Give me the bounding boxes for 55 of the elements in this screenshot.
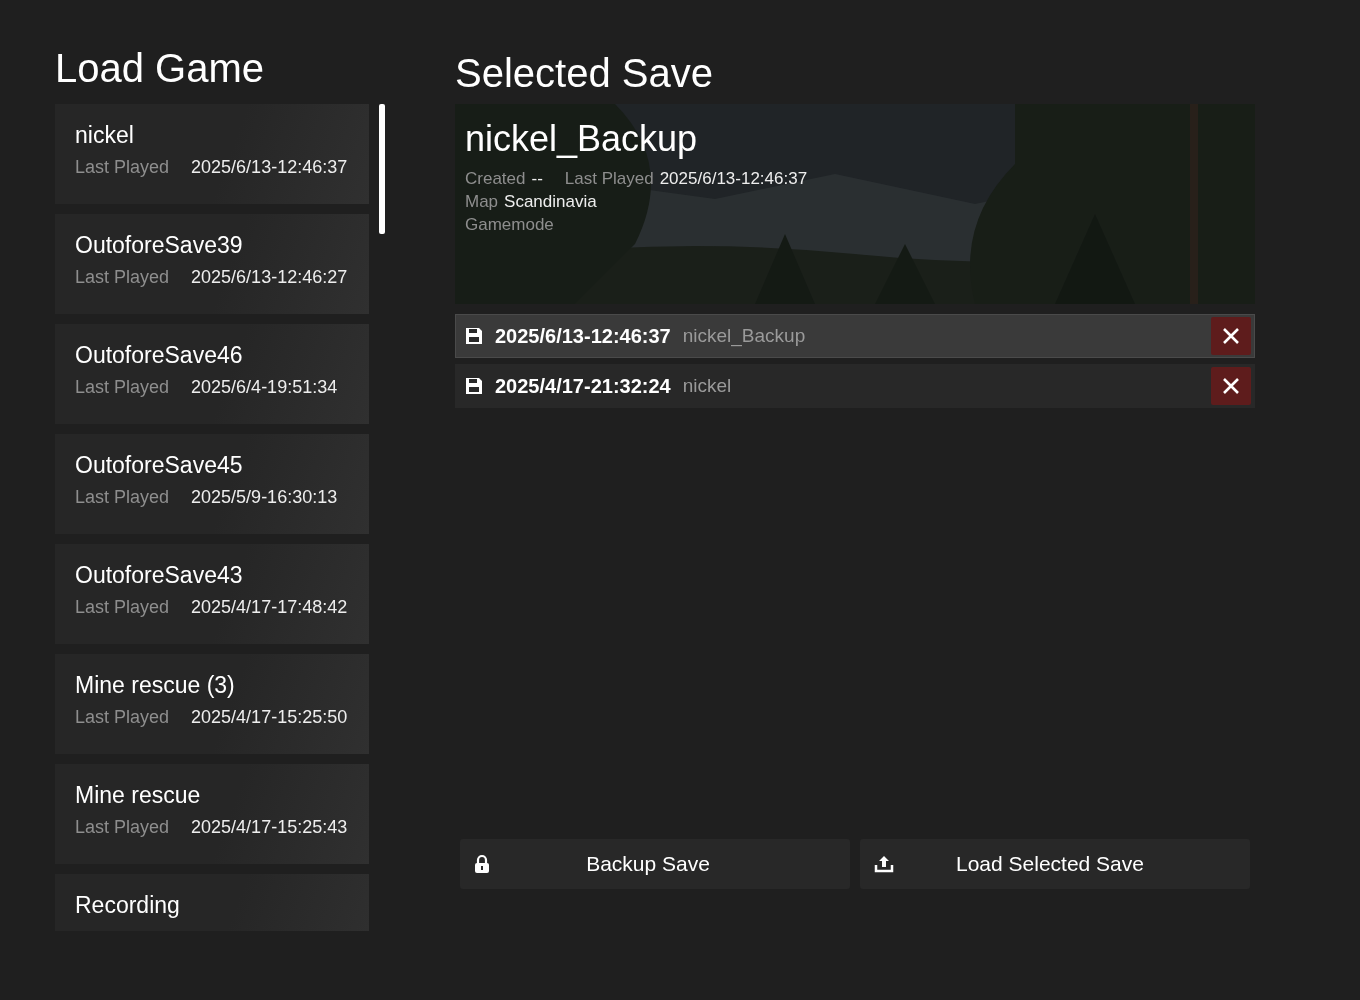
save-name: OutoforeSave39 [75,232,244,259]
save-card[interactable]: OutoforeSave45 Last Played 2025/5/9-16:30:13 [55,434,369,534]
version-date: 2025/6/13-12:46:37 [495,324,671,348]
save-name: OutoforeSave45 [75,452,244,479]
scrollbar[interactable] [379,104,385,234]
last-played-date: 2025/6/13-12:46:37 [659,169,808,189]
version-row[interactable]: 2025/4/17-21:32:24 nickel [455,364,1255,408]
last-played-label: Last Played [75,157,170,178]
upload-icon [874,855,894,873]
lock-icon [474,854,490,874]
version-name: nickel [682,375,733,397]
save-card[interactable]: nickel Last Played 2025/6/13-12:46:37 [55,104,369,204]
last-played-date: 2025/6/13-12:46:37 [191,157,348,178]
last-played-label: Last Played [564,169,654,189]
last-played-label: Last Played [75,597,170,618]
last-played-label: Last Played [75,707,170,728]
created-label: Created [465,169,526,189]
version-date: 2025/4/17-21:32:24 [495,374,671,398]
last-played-date: 2025/5/9-16:30:13 [191,487,338,508]
map-label: Map [465,192,499,212]
close-icon [1222,377,1240,395]
save-card[interactable]: OutoforeSave43 Last Played 2025/4/17-17:48:42 [55,544,369,644]
save-title: nickel_Backup [465,118,699,160]
map-value: Scandinavia [504,192,597,212]
save-card[interactable]: Mine rescue (3) Last Played 2025/4/17-15:25:50 [55,654,369,754]
section-title: Selected Save [455,50,714,97]
save-name: Mine rescue [75,782,202,809]
last-played-date: 2025/4/17-15:25:50 [191,707,348,728]
save-card[interactable]: Mine rescue Last Played 2025/4/17-15:25:43 [55,764,369,864]
delete-button[interactable] [1211,317,1251,355]
gamemode-label: Gamemode [465,215,554,235]
save-name: Mine rescue (3) [75,672,236,699]
save-name: OutoforeSave46 [75,342,244,369]
save-name: nickel [75,122,135,149]
last-played-label: Last Played [75,487,170,508]
save-card[interactable]: OutoforeSave39 Last Played 2025/6/13-12:46:27 [55,214,369,314]
last-played-label: Last Played [75,817,170,838]
version-row[interactable]: 2025/6/13-12:46:37 nickel_Backup [455,314,1255,358]
page-title: Load Game [55,45,266,92]
created-value: -- [531,169,543,189]
save-name: Recording [75,892,181,919]
load-button[interactable]: Load Selected Save [860,839,1250,889]
save-card[interactable]: OutoforeSave46 Last Played 2025/6/4-19:51:34 [55,324,369,424]
close-icon [1222,327,1240,345]
version-name: nickel_Backup [682,325,807,347]
last-played-date: 2025/4/17-15:25:43 [191,817,348,838]
last-played-date: 2025/4/17-17:48:42 [191,597,348,618]
delete-button[interactable] [1211,367,1251,405]
save-name: OutoforeSave43 [75,562,244,589]
last-played-label: Last Played [75,377,170,398]
backup-button[interactable]: Backup Save [460,839,850,889]
last-played-date: 2025/6/4-19:51:34 [191,377,338,398]
save-card[interactable]: Recording [55,874,369,931]
last-played-label: Last Played [75,267,170,288]
last-played-date: 2025/6/13-12:46:27 [191,267,348,288]
